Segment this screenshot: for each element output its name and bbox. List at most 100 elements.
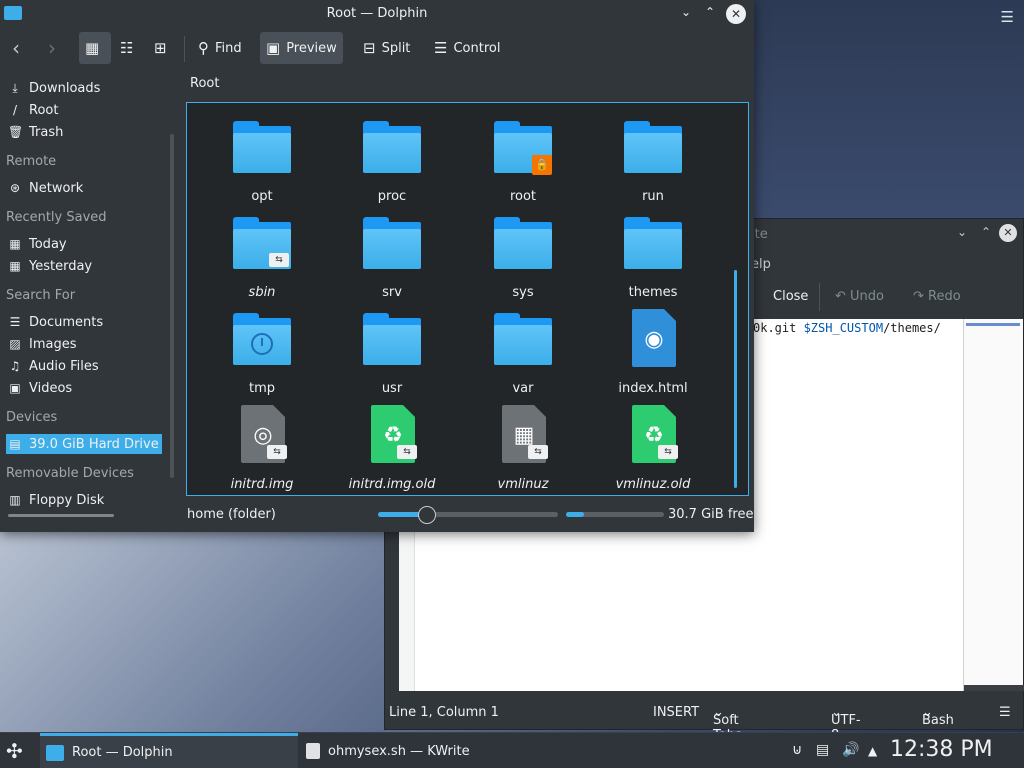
file-item[interactable]: ♻ ⇆ vmlinuz.old [588, 403, 718, 495]
kwrite-statusbar: Line 1, Column 1 INSERT Soft Tabs: 4 ⌄ U… [385, 697, 1023, 758]
recycle-file-icon: ♻ ⇆ [632, 405, 678, 463]
file-item[interactable]: ◉ index.html [588, 307, 718, 399]
dolphin-titlebar[interactable]: Root — Dolphin ⌄ ⌃ ✕ [0, 0, 754, 28]
task-dolphin[interactable]: Root — Dolphin [40, 733, 298, 768]
places-panel: ⤓ Downloads / Root 🗑 Trash Remote ⊛ Network … [0, 76, 176, 520]
folder-app-icon [46, 744, 64, 761]
section-removable-devices: Removable Devices [6, 466, 134, 481]
compact-view-button[interactable]: ☷ [120, 32, 133, 64]
folder-icon: 🔒 [494, 121, 552, 175]
network-icon: ⊛ [9, 181, 21, 195]
folder-icon [363, 313, 421, 365]
sidebar-item-videos[interactable]: ▣ Videos [8, 378, 72, 398]
minimap-line [966, 323, 1020, 326]
folder-item[interactable]: opt [197, 115, 327, 207]
folder-icon [363, 217, 421, 269]
sidebar-item-documents[interactable]: ☰ Documents [8, 312, 104, 332]
recycle-file-icon: ♻ ⇆ [371, 405, 417, 463]
folder-icon [494, 217, 552, 269]
folder-icon [494, 313, 552, 365]
folder-item[interactable]: 🔒 root [458, 115, 588, 207]
sidebar-item-downloads[interactable]: ⤓ Downloads [8, 78, 100, 98]
folder-item[interactable]: run [588, 115, 718, 207]
symlink-icon: ⇆ [269, 253, 289, 267]
code-line: 0k.git $ZSH_CUSTOM/themes/ [753, 321, 941, 335]
file-item[interactable]: ▦ ⇆ vmlinuz [458, 403, 588, 495]
toolbar-separator [184, 36, 185, 62]
maximize-icon[interactable]: ⌃ [981, 225, 991, 239]
minimize-icon[interactable]: ⌄ [957, 225, 967, 239]
find-button[interactable]: ⚲ Find [198, 32, 242, 64]
icons-view-button[interactable]: ▦ [79, 32, 111, 64]
zoom-slider-handle[interactable] [418, 506, 436, 524]
details-view-button[interactable]: ⊞ [154, 32, 167, 64]
folder-item[interactable]: var [458, 307, 588, 399]
volume-icon[interactable]: 🔊 [842, 742, 859, 758]
sidebar-item-trash[interactable]: 🗑 Trash [8, 122, 63, 142]
kwrite-close-icon[interactable]: ✕ [999, 224, 1017, 242]
usb-icon[interactable]: ⊍ [792, 742, 802, 758]
taskbar: ✣ Root — Dolphin ohmysex.sh — KWrite ⊍ ▤… [0, 732, 1024, 768]
folder-item[interactable]: proc [327, 115, 457, 207]
hamburger-menu-icon[interactable]: ☰ [1001, 8, 1014, 26]
section-remote: Remote [6, 154, 57, 169]
cursor-position[interactable]: Line 1, Column 1 [389, 705, 499, 720]
folder-item[interactable]: themes [588, 211, 718, 303]
tab-settings[interactable]: Soft Tabs: 4 ⌄ [713, 705, 746, 758]
folder-icon: ⇆ [233, 217, 291, 269]
html-file-icon: ◉ [632, 309, 676, 367]
maximize-icon[interactable]: ⌃ [705, 5, 715, 19]
sidebar-item-network[interactable]: ⊛ Network [8, 178, 83, 198]
preview-button[interactable]: ▣ Preview [260, 32, 343, 64]
symlink-icon: ⇆ [267, 445, 287, 459]
minimize-icon[interactable]: ⌄ [681, 5, 691, 19]
folder-item[interactable]: srv [327, 211, 457, 303]
forward-arrow-icon[interactable]: › [48, 36, 56, 60]
download-icon: ⤓ [12, 80, 18, 95]
clipboard-icon[interactable]: ▤ [816, 742, 829, 758]
folder-item[interactable]: tmp [197, 307, 327, 399]
sidebar-item-hard-drive[interactable]: ▤ 39.0 GiB Hard Drive [6, 434, 162, 454]
syntax-selector[interactable]: Bash ⌄ [922, 705, 954, 728]
file-view-scrollbar[interactable] [734, 270, 737, 488]
sidebar-item-images[interactable]: ▨ Images [8, 334, 76, 354]
task-kwrite[interactable]: ohmysex.sh — KWrite [306, 733, 470, 768]
split-button[interactable]: ⊟ Split [363, 32, 410, 64]
undo-button[interactable]: ↶ Undo [835, 289, 884, 304]
list-icon: ☷ [120, 39, 134, 57]
hamburger-menu-icon[interactable]: ☰ [999, 705, 1011, 720]
section-search-for: Search For [6, 288, 76, 303]
folder-icon [233, 313, 291, 365]
folder-item[interactable]: sys [458, 211, 588, 303]
folder-item[interactable]: ⇆ sbin [197, 211, 327, 303]
tray-expand-icon[interactable]: ▲ [868, 744, 877, 758]
control-button[interactable]: ☰ Control [434, 32, 500, 64]
file-item[interactable]: ◎ ⇆ initrd.img [197, 403, 327, 495]
minimap[interactable] [963, 319, 1024, 691]
redo-icon: ↷ [913, 289, 924, 304]
folder-icon [624, 217, 682, 269]
sidebar-scrollbar[interactable] [170, 134, 174, 478]
location-bar[interactable]: Root [190, 76, 219, 91]
encoding-selector[interactable]: UTF-8 ⌄ [831, 705, 861, 743]
clock[interactable]: 12:38 PM [890, 737, 993, 762]
back-arrow-icon[interactable]: ‹ [12, 36, 20, 60]
minimap-scrollbar[interactable] [964, 685, 1024, 691]
file-view[interactable]: opt proc 🔒 root run ⇆ sbin srv sys theme… [186, 102, 749, 496]
redo-button[interactable]: ↷ Redo [913, 289, 961, 304]
application-launcher-icon[interactable]: ✣ [6, 739, 30, 763]
sidebar-item-yesterday[interactable]: ▦ Yesterday [8, 256, 92, 276]
symlink-icon: ⇆ [397, 445, 417, 459]
input-mode[interactable]: INSERT [653, 705, 699, 720]
symlink-icon: ⇆ [658, 445, 678, 459]
desktop-panel: ☰ [754, 0, 1024, 220]
close-document-button[interactable]: Close [773, 289, 808, 304]
sidebar-item-today[interactable]: ▦ Today [8, 234, 66, 254]
sidebar-item-audio-files[interactable]: ♫ Audio Files [8, 356, 99, 376]
folder-item[interactable]: usr [327, 307, 457, 399]
file-item[interactable]: ♻ ⇆ initrd.img.old [327, 403, 457, 495]
sidebar-item-root[interactable]: / Root [8, 100, 58, 120]
preview-icon: ▣ [266, 39, 281, 57]
split-icon: ⊟ [363, 39, 376, 57]
close-icon[interactable]: ✕ [726, 4, 746, 24]
